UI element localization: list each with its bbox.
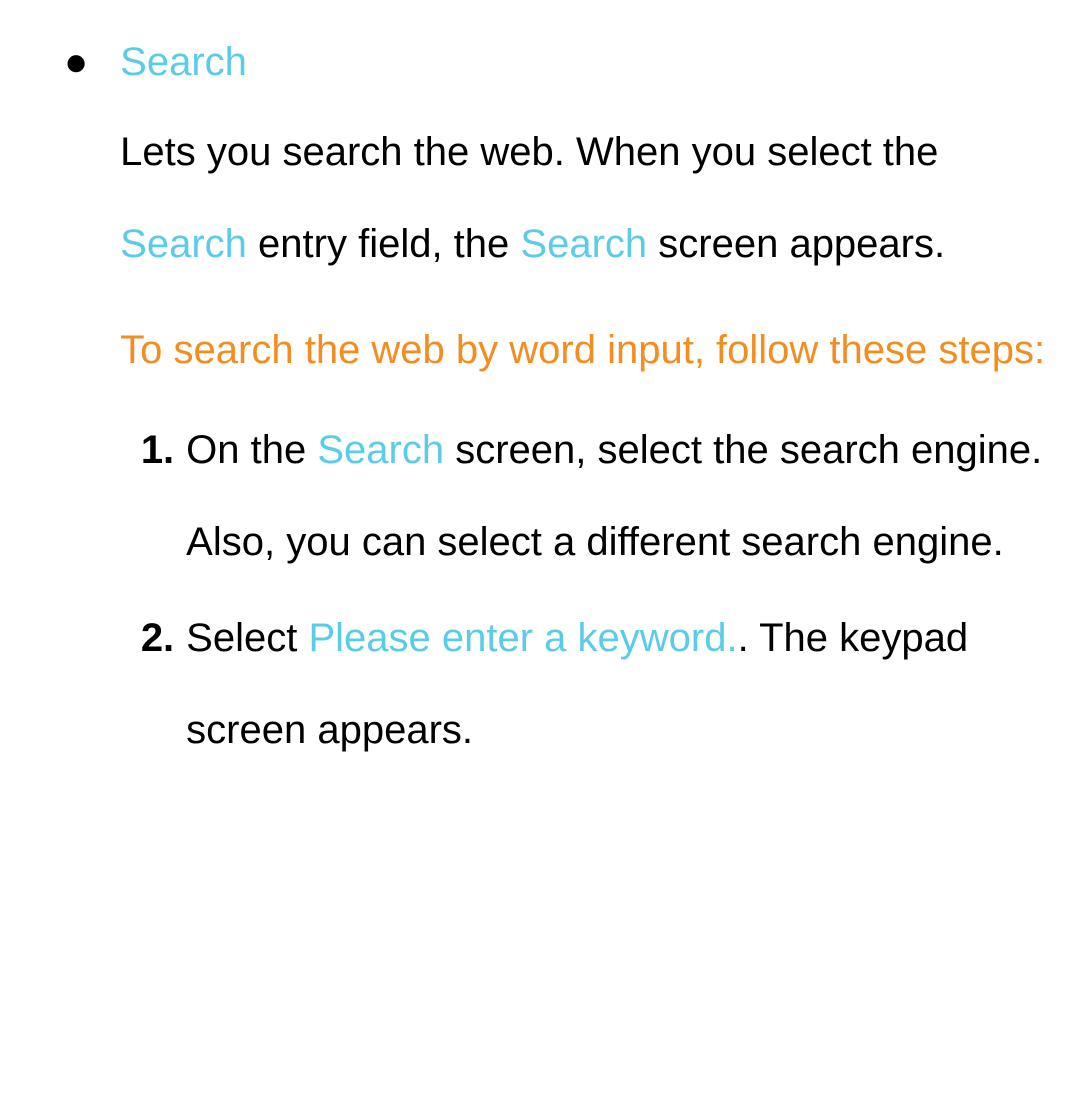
intro-text-before: Lets you search the web. When you select… (120, 130, 938, 174)
step-2-number: 2. (130, 592, 174, 684)
step-1-before: On the (186, 428, 317, 472)
intro-cyan-2: Search (520, 222, 647, 266)
step-1: 1. On the Search screen, select the sear… (130, 404, 1055, 588)
step-2-before: Select (186, 616, 308, 660)
bullet-content: Search Lets you search the web. When you… (120, 30, 1055, 780)
step-2: 2. Select Please enter a keyword.. The k… (130, 592, 1055, 776)
bullet-marker: ● (64, 30, 88, 94)
step-1-number: 1. (130, 404, 174, 496)
bullet-list-item: ● Search Lets you search the web. When y… (40, 30, 1055, 780)
step-2-text: Select Please enter a keyword.. The keyp… (186, 592, 1055, 776)
instructions-title: To search the web by word input, follow … (120, 304, 1055, 396)
item-heading: Search (120, 30, 1055, 94)
step-2-cyan: Please enter a keyword. (308, 616, 737, 660)
intro-cyan-1: Search (120, 222, 247, 266)
step-1-cyan: Search (317, 428, 444, 472)
intro-text-mid: entry field, the (247, 222, 520, 266)
steps-list: 1. On the Search screen, select the sear… (120, 404, 1055, 776)
intro-text-after: screen appears. (647, 222, 945, 266)
step-1-text: On the Search screen, select the search … (186, 404, 1055, 588)
intro-paragraph: Lets you search the web. When you select… (120, 106, 1055, 290)
